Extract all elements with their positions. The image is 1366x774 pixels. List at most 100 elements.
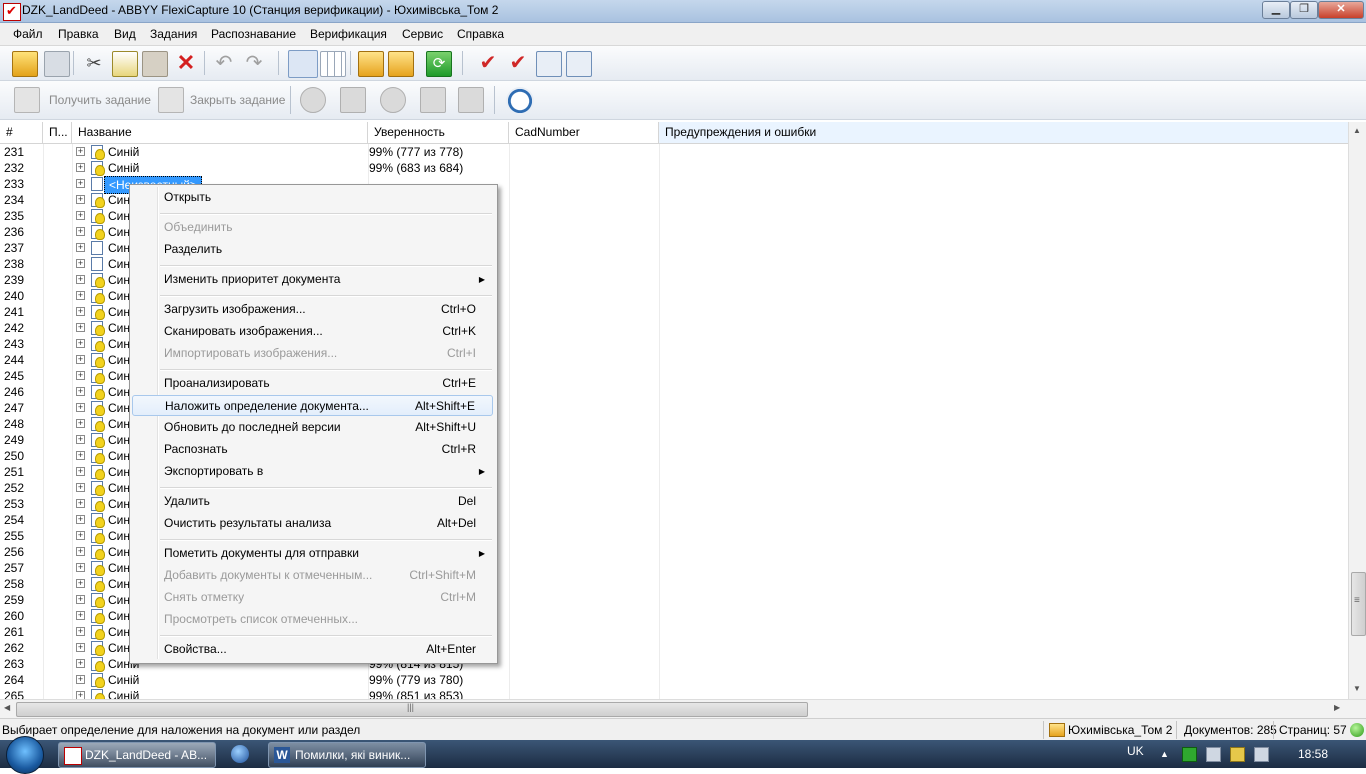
verify-all-icon[interactable]: ✔	[506, 51, 530, 75]
column-header-cadnumber[interactable]: CadNumber	[509, 122, 659, 143]
action-center-icon[interactable]	[1230, 747, 1245, 762]
expand-icon[interactable]: +	[76, 403, 85, 412]
close-button[interactable]: ✕	[1318, 1, 1364, 19]
expand-icon[interactable]: +	[76, 515, 85, 524]
menu-service[interactable]: Сервис	[402, 27, 443, 41]
scroll-up-arrow-icon[interactable]: ▲	[1353, 126, 1361, 135]
context-menu-item[interactable]: Импортировать изображения... Ctrl+I	[132, 343, 493, 364]
expand-icon[interactable]: +	[76, 163, 85, 172]
expand-icon[interactable]: +	[76, 195, 85, 204]
context-menu-item[interactable]: Проанализировать Ctrl+E	[132, 373, 493, 394]
expand-icon[interactable]: +	[76, 659, 85, 668]
volume-icon[interactable]	[1254, 747, 1269, 762]
expand-icon[interactable]: +	[76, 419, 85, 428]
expand-icon[interactable]: +	[76, 499, 85, 508]
details-view-icon[interactable]	[288, 50, 318, 78]
context-menu-item[interactable]: Распознать Ctrl+R	[132, 439, 493, 460]
context-menu-item[interactable]: Сканировать изображения... Ctrl+K	[132, 321, 493, 342]
context-menu-item[interactable]: Обновить до последней версии Alt+Shift+U	[132, 417, 493, 438]
close-task-button[interactable]: Закрыть задание	[190, 93, 285, 107]
menu-help[interactable]: Справка	[457, 27, 504, 41]
expand-icon[interactable]: +	[76, 691, 85, 699]
context-menu-item[interactable]: Удалить Del	[132, 491, 493, 512]
taskbar-button-flexicapture[interactable]: DZK_LandDeed - AB...	[58, 742, 216, 768]
expand-icon[interactable]: +	[76, 371, 85, 380]
column-header-confidence[interactable]: Уверенность	[368, 122, 509, 143]
batch-icon[interactable]	[358, 51, 384, 77]
context-menu-item[interactable]: Объединить	[132, 217, 493, 238]
expand-icon[interactable]: +	[76, 563, 85, 572]
rotate-icon[interactable]	[380, 87, 406, 113]
expand-icon[interactable]: +	[76, 627, 85, 636]
undo-icon[interactable]: ↶	[212, 51, 236, 75]
context-menu-item[interactable]: Экспортировать в ▶	[132, 461, 493, 482]
start-button[interactable]	[6, 736, 44, 774]
scroll-left-arrow-icon[interactable]: ◀	[4, 703, 10, 712]
vertical-scroll-thumb[interactable]: ≡	[1351, 572, 1366, 636]
lock-icon[interactable]	[420, 87, 446, 113]
copy-icon[interactable]	[112, 51, 138, 77]
menu-view[interactable]: Вид	[114, 27, 136, 41]
clock[interactable]: 18:58	[1298, 747, 1328, 761]
send-back-icon[interactable]	[566, 51, 592, 77]
expand-icon[interactable]: +	[76, 387, 85, 396]
expand-icon[interactable]: +	[76, 531, 85, 540]
table-row[interactable]: 264 + Синій 99% (779 из 780)	[0, 672, 1348, 688]
scroll-down-arrow-icon[interactable]: ▼	[1353, 684, 1361, 693]
delete-icon[interactable]: ✕	[174, 51, 198, 75]
tray-app-icon[interactable]	[1182, 747, 1197, 762]
menu-verification[interactable]: Верификация	[310, 27, 387, 41]
language-indicator[interactable]: UK	[1127, 744, 1144, 758]
expand-icon[interactable]: +	[76, 643, 85, 652]
menu-edit[interactable]: Правка	[58, 27, 99, 41]
table-row[interactable]: 265 + Синій 99% (851 из 853)	[0, 688, 1348, 699]
get-task-button[interactable]: Получить задание	[49, 93, 151, 107]
browser-icon[interactable]	[231, 745, 249, 763]
document-name[interactable]: Синій	[108, 672, 139, 688]
context-menu-item[interactable]: Загрузить изображения... Ctrl+O	[132, 299, 493, 320]
redo-icon[interactable]: ↷	[242, 51, 266, 75]
paste-icon[interactable]	[142, 51, 168, 77]
maximize-button[interactable]: ❐	[1290, 1, 1318, 19]
document-name[interactable]: Синій	[108, 144, 139, 160]
table-row[interactable]: 232 + Синій 99% (683 из 684)	[0, 160, 1348, 176]
expand-icon[interactable]: +	[76, 339, 85, 348]
context-menu-item[interactable]: Наложить определение документа... Alt+Shi…	[132, 395, 493, 416]
scroll-right-arrow-icon[interactable]: ▶	[1334, 703, 1340, 712]
expand-icon[interactable]: +	[76, 291, 85, 300]
thumbnails-view-icon[interactable]	[320, 51, 346, 77]
clipboard-icon[interactable]	[458, 87, 484, 113]
document-name[interactable]: Синій	[108, 688, 139, 699]
horizontal-scrollbar[interactable]: ◀ ||| ▶	[0, 699, 1366, 718]
expand-icon[interactable]: +	[76, 467, 85, 476]
tray-expand-icon[interactable]: ▲	[1160, 749, 1169, 759]
expand-icon[interactable]: +	[76, 451, 85, 460]
expand-icon[interactable]: +	[76, 259, 85, 268]
expand-icon[interactable]: +	[76, 547, 85, 556]
cut-icon[interactable]: ✂	[82, 51, 106, 75]
settings-gear-icon[interactable]	[300, 87, 326, 113]
verify-check-icon[interactable]: ✔	[476, 51, 500, 75]
column-header-number[interactable]: #	[0, 122, 43, 143]
refresh-icon[interactable]: ⟳	[426, 51, 452, 77]
taskbar-button-word[interactable]: W Помилки, які виник...	[268, 742, 426, 768]
vertical-scrollbar[interactable]: ▲ ≡ ▼	[1348, 122, 1366, 699]
expand-icon[interactable]: +	[76, 355, 85, 364]
context-menu-item[interactable]: Свойства... Alt+Enter	[132, 639, 493, 660]
send-forward-icon[interactable]	[536, 51, 562, 77]
expand-icon[interactable]: +	[76, 147, 85, 156]
context-menu-item[interactable]: Добавить документы к отмеченным... Ctrl+S…	[132, 565, 493, 586]
timer-icon[interactable]	[506, 87, 534, 115]
menu-file[interactable]: Файл	[13, 27, 43, 41]
network-icon[interactable]	[1206, 747, 1221, 762]
expand-icon[interactable]: +	[76, 179, 85, 188]
table-row[interactable]: 231 + Синій 99% (777 из 778)	[0, 144, 1348, 160]
expand-icon[interactable]: +	[76, 243, 85, 252]
expand-icon[interactable]: +	[76, 275, 85, 284]
expand-icon[interactable]: +	[76, 675, 85, 684]
recognize-icon[interactable]	[340, 87, 366, 113]
context-menu-item[interactable]: Снять отметку Ctrl+M	[132, 587, 493, 608]
menu-tasks[interactable]: Задания	[150, 27, 197, 41]
expand-icon[interactable]: +	[76, 323, 85, 332]
context-menu-item[interactable]: Просмотреть список отмеченных...	[132, 609, 493, 630]
